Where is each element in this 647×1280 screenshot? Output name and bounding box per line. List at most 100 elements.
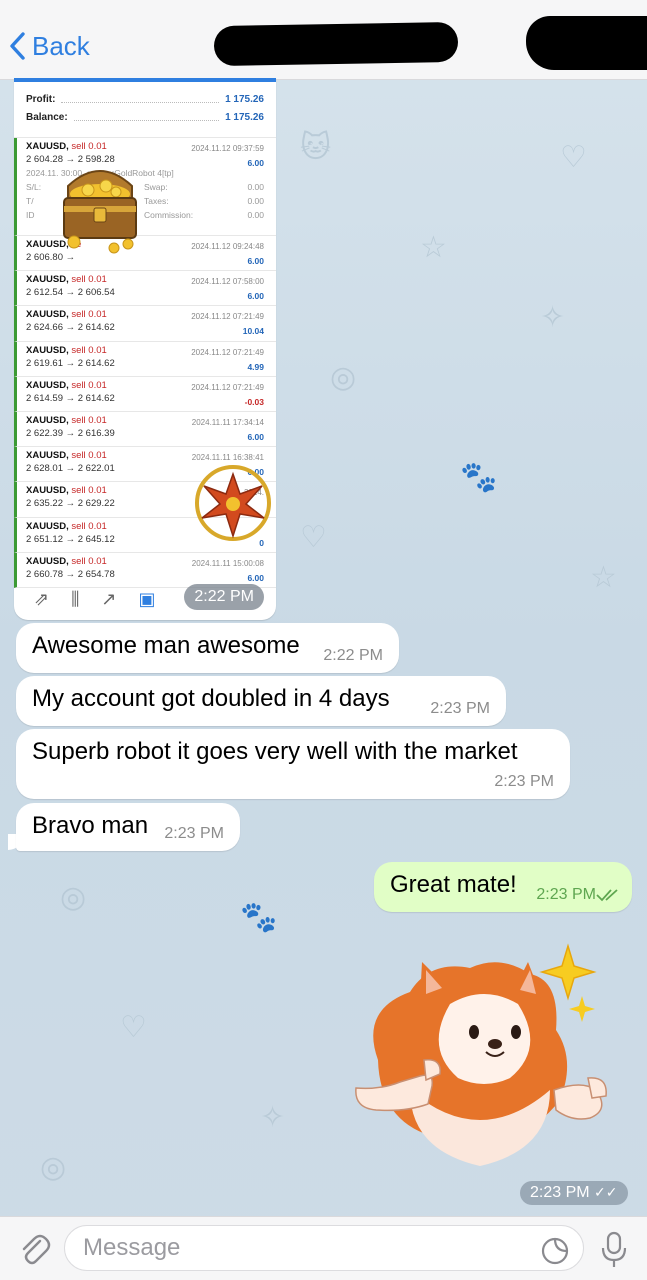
trade-symbol: XAUUSD, bbox=[26, 309, 69, 321]
trade-date: 2024.11.12 09:24:48 bbox=[191, 242, 264, 251]
trade-side: sell 0.01 bbox=[71, 141, 107, 152]
trade-profit: -0.03 bbox=[244, 396, 264, 407]
trade-row: XAUUSD, sell 0.01 2 614.59 → 2 614.62 2024… bbox=[14, 376, 276, 412]
doodle-heart-icon: ♡ bbox=[300, 521, 327, 554]
trade-history-screenshot: Profit: 1 175.26 Balance: 1 175.26 XAUUS… bbox=[14, 78, 276, 588]
trade-row: XAUUSD, sell 0.01 2 619.61 → 2 614.62 2024… bbox=[14, 341, 276, 377]
trade-date: 2024.11.12 07:21:49 bbox=[191, 382, 264, 392]
trade-side: sell 0.01 bbox=[71, 555, 107, 567]
candlestick-icon: ⫼ bbox=[71, 588, 80, 609]
message-input-bar bbox=[0, 1216, 647, 1280]
trade-symbol: XAUUSD, bbox=[26, 555, 69, 567]
trade-profit: 6.00 bbox=[247, 256, 264, 266]
doodle-heart-icon: ♡ bbox=[120, 1011, 147, 1044]
trade-row: XAUUSD, sell 0.01 2 612.54 → 2 606.54 2024… bbox=[14, 271, 276, 307]
trade-symbol: XAUUSD, bbox=[26, 141, 69, 152]
doodle-star-icon: ✧ bbox=[260, 1101, 286, 1134]
doodle-heart-icon: ♡ bbox=[560, 141, 587, 174]
redacted-contact-name bbox=[213, 21, 459, 67]
trade-profit: 10.04 bbox=[242, 326, 264, 337]
trade-side: sell 0.01 bbox=[71, 485, 107, 497]
sticker-timestamp: 2:23 PM ✓✓ bbox=[520, 1181, 628, 1205]
doodle-star-icon: ☆ bbox=[590, 561, 617, 594]
doodle-fish-icon: ✧ bbox=[540, 301, 566, 334]
trade-symbol: XAUUSD, bbox=[26, 274, 69, 286]
balance-value: 1 175.26 bbox=[225, 111, 264, 123]
doodle-cat-icon: 🐾 bbox=[460, 461, 498, 494]
message-text: Superb robot it goes very well with the … bbox=[32, 738, 518, 765]
trade-symbol: XAUUSD, bbox=[26, 344, 69, 356]
trade-row: XAUUSD, sell 0.01 2 622.39 → 2 616.39 2024… bbox=[14, 411, 276, 448]
trade-profit: 4.99 bbox=[247, 361, 264, 372]
microphone-icon[interactable] bbox=[600, 1231, 628, 1269]
back-label: Back bbox=[32, 30, 90, 61]
back-button[interactable]: Back bbox=[8, 24, 90, 68]
trade-side: sell 0.01 bbox=[71, 520, 107, 532]
trade-profit: 6.00 bbox=[247, 431, 264, 442]
doodle-ball-icon: ◎ bbox=[40, 1151, 67, 1184]
resize-icon: ⇗ bbox=[34, 588, 50, 609]
double-check-icon: ✓✓ bbox=[594, 1184, 618, 1200]
incoming-message[interactable]: Superb robot it goes very well with the … bbox=[16, 729, 570, 799]
incoming-message[interactable]: Bravo man 2:23 PM bbox=[16, 803, 240, 851]
trade-side: sell 0.01 bbox=[71, 344, 107, 356]
trade-history-photo-message[interactable]: Profit: 1 175.26 Balance: 1 175.26 XAUUS… bbox=[14, 78, 276, 620]
trade-prices: 2 622.39 → 2 616.39 bbox=[26, 427, 115, 439]
trade-date: 2024.11.11 17:34:14 bbox=[191, 417, 264, 427]
trade-side: sell 0.01 bbox=[71, 379, 107, 391]
trade-side: sell 0.01 bbox=[71, 274, 107, 286]
profit-label: Profit: bbox=[26, 93, 56, 105]
phoenix-emblem-icon bbox=[195, 465, 271, 541]
inbox-icon: ▣ bbox=[138, 588, 156, 609]
treasure-chest-icon bbox=[63, 170, 137, 254]
trade-date: 2024.11.12 07:58:00 bbox=[191, 277, 264, 287]
doodle-ball-icon: ◎ bbox=[60, 881, 87, 914]
doodle-cat-icon: 🐱 bbox=[300, 131, 332, 164]
incoming-message[interactable]: Awesome man awesome 2:22 PM bbox=[16, 623, 399, 673]
photo-timestamp: 2:22 PM bbox=[184, 584, 264, 610]
cat-thumbs-up-sticker[interactable] bbox=[350, 940, 620, 1180]
trade-prices: 2 614.59 → 2 614.62 bbox=[26, 392, 115, 404]
trade-row: XAUUSD, sell 0.01 2 624.66 → 2 614.62 2024… bbox=[14, 306, 276, 342]
sticker-icon[interactable] bbox=[540, 1236, 570, 1266]
balance-row: Balance: 1 175.26 bbox=[14, 108, 276, 126]
trade-profit: 6.00 bbox=[247, 158, 264, 168]
trade-side: sell 0.01 bbox=[71, 309, 107, 321]
trade-date: 2024.11.12 09:37:59 bbox=[191, 144, 264, 153]
message-time: 2:23 PM bbox=[164, 825, 224, 842]
trade-prices: 2 612.54 → 2 606.54 bbox=[26, 287, 115, 299]
trade-side: sell 0.01 bbox=[71, 414, 107, 426]
message-text: Great mate! bbox=[390, 871, 517, 898]
message-time: 2:22 PM bbox=[323, 647, 383, 664]
trade-symbol: XAUUSD, bbox=[26, 520, 69, 532]
redacted-avatar bbox=[526, 16, 647, 70]
incoming-message[interactable]: My account got doubled in 4 days 2:23 PM bbox=[16, 676, 506, 726]
trend-icon: ↗ bbox=[101, 588, 117, 609]
profit-value: 1 175.26 bbox=[225, 93, 264, 105]
trade-prices: 2 619.61 → 2 614.62 bbox=[26, 357, 115, 369]
chat-header: Back bbox=[0, 0, 647, 80]
message-time: 2:23 PM bbox=[430, 700, 490, 717]
trade-profit: 6.00 bbox=[247, 291, 264, 302]
doodle-ball-icon: ◎ bbox=[330, 361, 357, 394]
paperclip-icon[interactable] bbox=[16, 1231, 52, 1267]
trade-side: sell 0.01 bbox=[71, 450, 107, 462]
trade-symbol: XAUUSD, bbox=[26, 485, 69, 497]
doodle-cat-icon: 🐾 bbox=[240, 901, 278, 934]
message-input[interactable] bbox=[64, 1225, 584, 1271]
trade-symbol: XAUUSD, bbox=[26, 450, 69, 462]
chevron-left-icon bbox=[10, 32, 25, 60]
message-text: Bravo man bbox=[32, 812, 149, 839]
double-check-icon bbox=[596, 889, 618, 902]
message-text: Awesome man awesome bbox=[32, 632, 300, 659]
doodle-star-icon: ☆ bbox=[420, 231, 447, 264]
outgoing-message[interactable]: Great mate! 2:23 PM bbox=[374, 862, 632, 912]
message-text: My account got doubled in 4 days bbox=[32, 685, 390, 712]
profit-row: Profit: 1 175.26 bbox=[14, 90, 276, 108]
trade-date: 2024.11.11 15:00:08 bbox=[191, 558, 264, 568]
trade-date: 2024.11.12 07:21:49 bbox=[191, 347, 264, 357]
trade-symbol: XAUUSD, bbox=[26, 379, 69, 391]
trade-prices: 2 624.66 → 2 614.62 bbox=[26, 322, 115, 334]
message-time: 2:23 PM bbox=[494, 773, 554, 790]
balance-label: Balance: bbox=[26, 111, 68, 123]
